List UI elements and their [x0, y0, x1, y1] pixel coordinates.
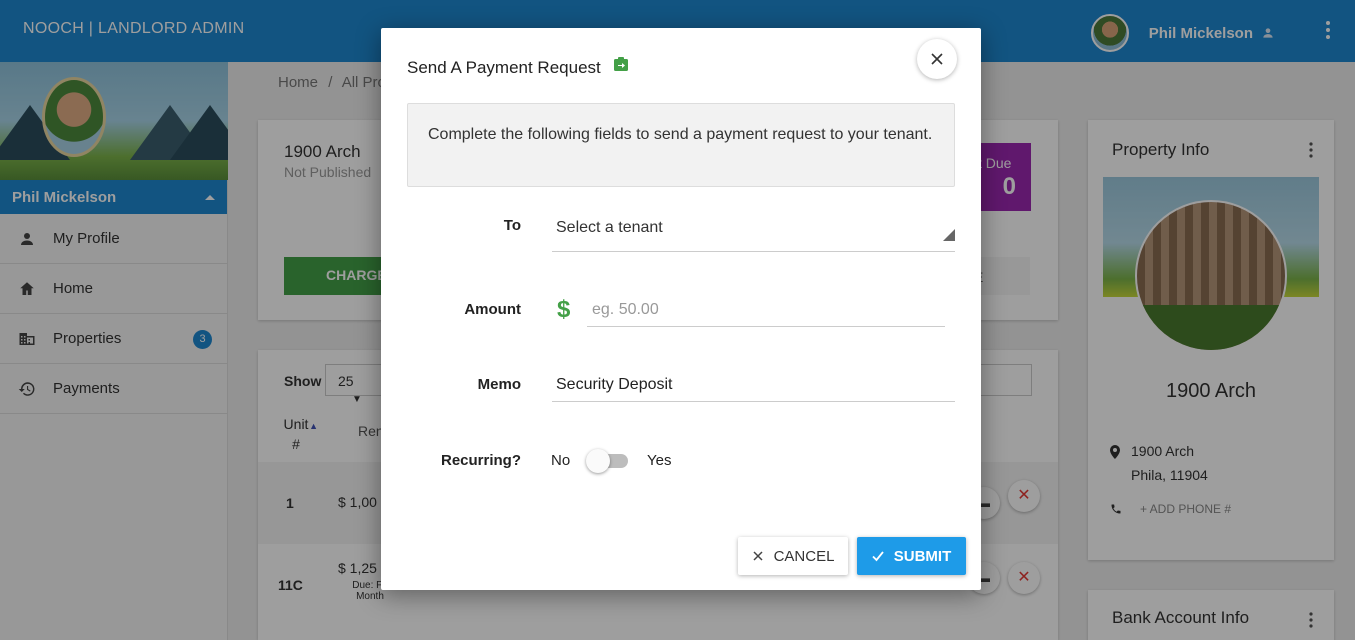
tenant-select[interactable]: Select a tenant [552, 212, 955, 252]
recurring-no-label: No [551, 452, 571, 469]
dollar-icon: $ [557, 296, 571, 323]
dropdown-arrow-icon [943, 229, 955, 241]
toggle-knob[interactable] [586, 449, 610, 473]
modal-title: Send A Payment Request [407, 58, 601, 77]
instructions-text: Complete the following fields to send a … [428, 126, 933, 143]
recurring-yes-label: Yes [647, 452, 672, 469]
close-button[interactable] [917, 39, 957, 79]
close-icon [931, 53, 943, 65]
tenant-select-value: Select a tenant [556, 219, 663, 236]
submit-button[interactable]: SUBMIT [857, 537, 966, 575]
cancel-button-label: CANCEL [773, 547, 835, 565]
payment-request-modal: Send A Payment Request Complete the foll… [381, 28, 981, 590]
memo-label: Memo [477, 376, 521, 393]
cancel-button[interactable]: CANCEL [738, 537, 848, 575]
submit-button-label: SUBMIT [893, 547, 952, 565]
request-payment-icon [614, 57, 628, 71]
amount-label: Amount [464, 301, 521, 318]
instructions-box: Complete the following fields to send a … [407, 103, 955, 187]
close-icon [753, 551, 763, 561]
memo-input[interactable] [552, 368, 955, 402]
to-label: To [503, 217, 521, 234]
recurring-label: Recurring? [440, 452, 521, 469]
amount-input[interactable] [587, 293, 945, 327]
check-icon [872, 551, 884, 562]
recurring-toggle[interactable] [586, 449, 630, 473]
